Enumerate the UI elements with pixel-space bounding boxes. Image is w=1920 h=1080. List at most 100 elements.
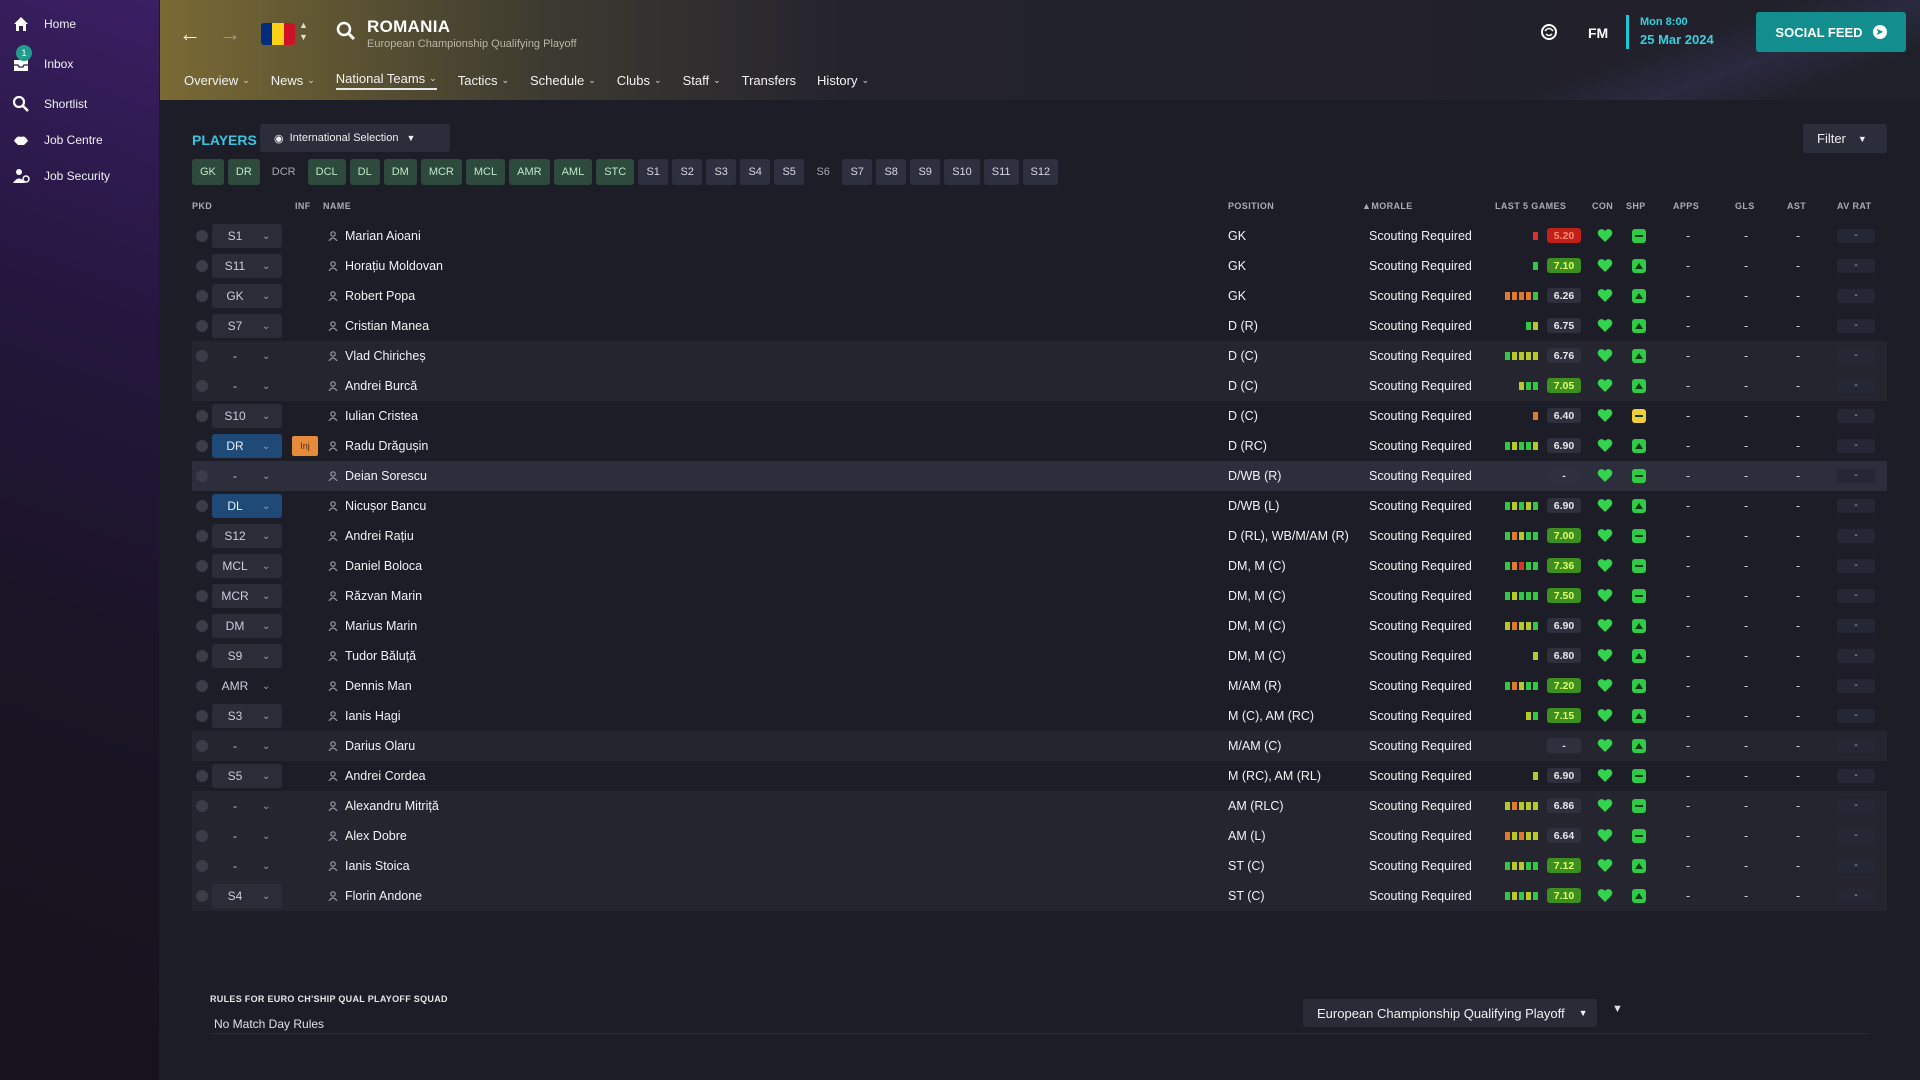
social-feed-button[interactable]: SOCIAL FEED ➤ [1756, 12, 1906, 52]
back-arrow-icon[interactable]: ← [178, 22, 202, 46]
player-name[interactable]: Marian Aioani [345, 229, 421, 243]
position-select[interactable]: - ⌄ [212, 344, 282, 368]
player-name[interactable]: Andrei Burcă [345, 379, 417, 393]
position-tab-dcr[interactable]: DCR [264, 159, 304, 185]
table-row[interactable]: AMR ⌄ Dennis Man M/AM (R) Scouting Required 7… [192, 671, 1887, 701]
player-name[interactable]: Horațiu Moldovan [345, 259, 443, 273]
player-name[interactable]: Dennis Man [345, 679, 412, 693]
position-select[interactable]: AMR ⌄ [212, 674, 282, 698]
table-row[interactable]: MCR ⌄ Răzvan Marin DM, M (C) Scouting Requir… [192, 581, 1887, 611]
col-avrat[interactable]: AV RAT [1837, 201, 1872, 211]
position-tab-s11[interactable]: S11 [983, 159, 1019, 185]
col-shp[interactable]: SHP [1626, 201, 1646, 211]
col-last5[interactable]: LAST 5 GAMES [1495, 201, 1566, 211]
position-select[interactable]: - ⌄ [212, 794, 282, 818]
sidebar-item-job-centre[interactable]: Job Centre [10, 126, 150, 154]
table-row[interactable]: - ⌄ Darius Olaru M/AM (C) Scouting Required -… [192, 731, 1887, 761]
competition-dropdown[interactable]: European Championship Qualifying Playoff… [1303, 999, 1597, 1027]
nav-clubs[interactable]: Clubs ⌄ [617, 70, 662, 90]
position-select[interactable]: - ⌄ [212, 464, 282, 488]
table-row[interactable]: S3 ⌄ Ianis Hagi M (C), AM (RC) Scouting Requ… [192, 701, 1887, 731]
sidebar-item-home[interactable]: Home [10, 10, 150, 38]
position-tab-dl[interactable]: DL [349, 159, 380, 185]
position-select[interactable]: S7 ⌄ [212, 314, 282, 338]
nav-overview[interactable]: Overview ⌄ [184, 70, 250, 90]
table-row[interactable]: S7 ⌄ Cristian Manea D (R) Scouting Required 6… [192, 311, 1887, 341]
player-name[interactable]: Deian Sorescu [345, 469, 427, 483]
position-tab-amr[interactable]: AMR [509, 159, 550, 185]
position-tab-aml[interactable]: AML [553, 159, 593, 185]
position-tab-s5[interactable]: S5 [774, 159, 805, 185]
player-name[interactable]: Nicușor Bancu [345, 499, 426, 513]
table-row[interactable]: S12 ⌄ Andrei Rațiu D (RL), WB/M/AM (R) Scout… [192, 521, 1887, 551]
table-row[interactable]: DR ⌄ Inj Radu Drăgușin D (RC) Scouting Requir… [192, 431, 1887, 461]
col-morale[interactable]: ▲MORALE [1362, 201, 1413, 211]
position-select[interactable]: MCL ⌄ [212, 554, 282, 578]
table-row[interactable]: S11 ⌄ Horațiu Moldovan GK Scouting Required 7… [192, 251, 1887, 281]
pick-checkbox[interactable] [196, 560, 208, 572]
position-tab-s2[interactable]: S2 [672, 159, 703, 185]
sidebar-item-inbox[interactable]: 1 Inbox [10, 45, 150, 78]
collapse-chevron-icon[interactable]: ▼ [1612, 1003, 1623, 1015]
pick-checkbox[interactable] [196, 530, 208, 542]
position-select[interactable]: S11 ⌄ [212, 254, 282, 278]
col-apps[interactable]: APPS [1673, 201, 1699, 211]
team-switch-arrows-icon[interactable]: ▲ ▼ [299, 19, 308, 43]
position-select[interactable]: GK ⌄ [212, 284, 282, 308]
pick-checkbox[interactable] [196, 260, 208, 272]
nav-tactics[interactable]: Tactics ⌄ [458, 70, 509, 90]
forward-arrow-icon[interactable]: → [218, 22, 242, 46]
nav-news[interactable]: News ⌄ [271, 70, 315, 90]
player-name[interactable]: Andrei Rațiu [345, 529, 414, 543]
table-row[interactable]: DM ⌄ Marius Marin DM, M (C) Scouting Require… [192, 611, 1887, 641]
table-row[interactable]: S1 ⌄ Marian Aioani GK Scouting Required 5.20 -… [192, 221, 1887, 251]
romania-flag[interactable] [261, 23, 295, 45]
search-icon[interactable] [336, 21, 356, 46]
col-pkd[interactable]: PKD [192, 201, 212, 211]
fm-logo[interactable]: FM [1588, 25, 1608, 41]
pick-checkbox[interactable] [196, 800, 208, 812]
col-gls[interactable]: GLS [1735, 201, 1755, 211]
sidebar-item-job-security[interactable]: Job Security [10, 162, 150, 190]
table-row[interactable]: - ⌄ Alexandru Mitriță AM (RLC) Scouting Requ… [192, 791, 1887, 821]
pick-checkbox[interactable] [196, 290, 208, 302]
position-select[interactable]: DL ⌄ [212, 494, 282, 518]
position-tab-mcl[interactable]: MCL [465, 159, 506, 185]
pick-checkbox[interactable] [196, 230, 208, 242]
table-row[interactable]: S10 ⌄ Iulian Cristea D (C) Scouting Required… [192, 401, 1887, 431]
col-name[interactable]: NAME [323, 201, 351, 211]
position-tab-dm[interactable]: DM [383, 159, 417, 185]
player-name[interactable]: Alexandru Mitriță [345, 799, 439, 813]
table-row[interactable]: - ⌄ Ianis Stoica ST (C) Scouting Required 7.1… [192, 851, 1887, 881]
table-row[interactable]: GK ⌄ Robert Popa GK Scouting Required 6.26 - - -… [192, 281, 1887, 311]
position-select[interactable]: - ⌄ [212, 734, 282, 758]
filter-button[interactable]: Filter ▼ [1803, 124, 1887, 153]
table-row[interactable]: MCL ⌄ Daniel Boloca DM, M (C) Scouting Requi… [192, 551, 1887, 581]
pick-checkbox[interactable] [196, 410, 208, 422]
position-select[interactable]: S3 ⌄ [212, 704, 282, 728]
position-tab-s7[interactable]: S7 [842, 159, 873, 185]
player-name[interactable]: Daniel Boloca [345, 559, 422, 573]
position-select[interactable]: S1 ⌄ [212, 224, 282, 248]
player-name[interactable]: Andrei Cordea [345, 769, 426, 783]
position-select[interactable]: MCR ⌄ [212, 584, 282, 608]
player-name[interactable]: Tudor Băluță [345, 649, 416, 663]
selection-dropdown[interactable]: ◉ International Selection ▼ [260, 124, 450, 152]
pick-checkbox[interactable] [196, 830, 208, 842]
pick-checkbox[interactable] [196, 650, 208, 662]
player-name[interactable]: Alex Dobre [345, 829, 407, 843]
player-name[interactable]: Ianis Stoica [345, 859, 410, 873]
pick-checkbox[interactable] [196, 440, 208, 452]
player-name[interactable]: Cristian Manea [345, 319, 429, 333]
player-name[interactable]: Robert Popa [345, 289, 415, 303]
player-name[interactable]: Radu Drăgușin [345, 439, 428, 453]
table-row[interactable]: DL ⌄ Nicușor Bancu D/WB (L) Scouting Require… [192, 491, 1887, 521]
position-tab-s1[interactable]: S1 [638, 159, 669, 185]
nav-schedule[interactable]: Schedule ⌄ [530, 70, 596, 90]
position-tab-s3[interactable]: S3 [706, 159, 737, 185]
nav-national-teams[interactable]: National Teams ⌄ [335, 70, 437, 90]
pick-checkbox[interactable] [196, 740, 208, 752]
position-select[interactable]: - ⌄ [212, 374, 282, 398]
table-row[interactable]: S4 ⌄ Florin Andone ST (C) Scouting Required 7… [192, 881, 1887, 911]
pick-checkbox[interactable] [196, 590, 208, 602]
